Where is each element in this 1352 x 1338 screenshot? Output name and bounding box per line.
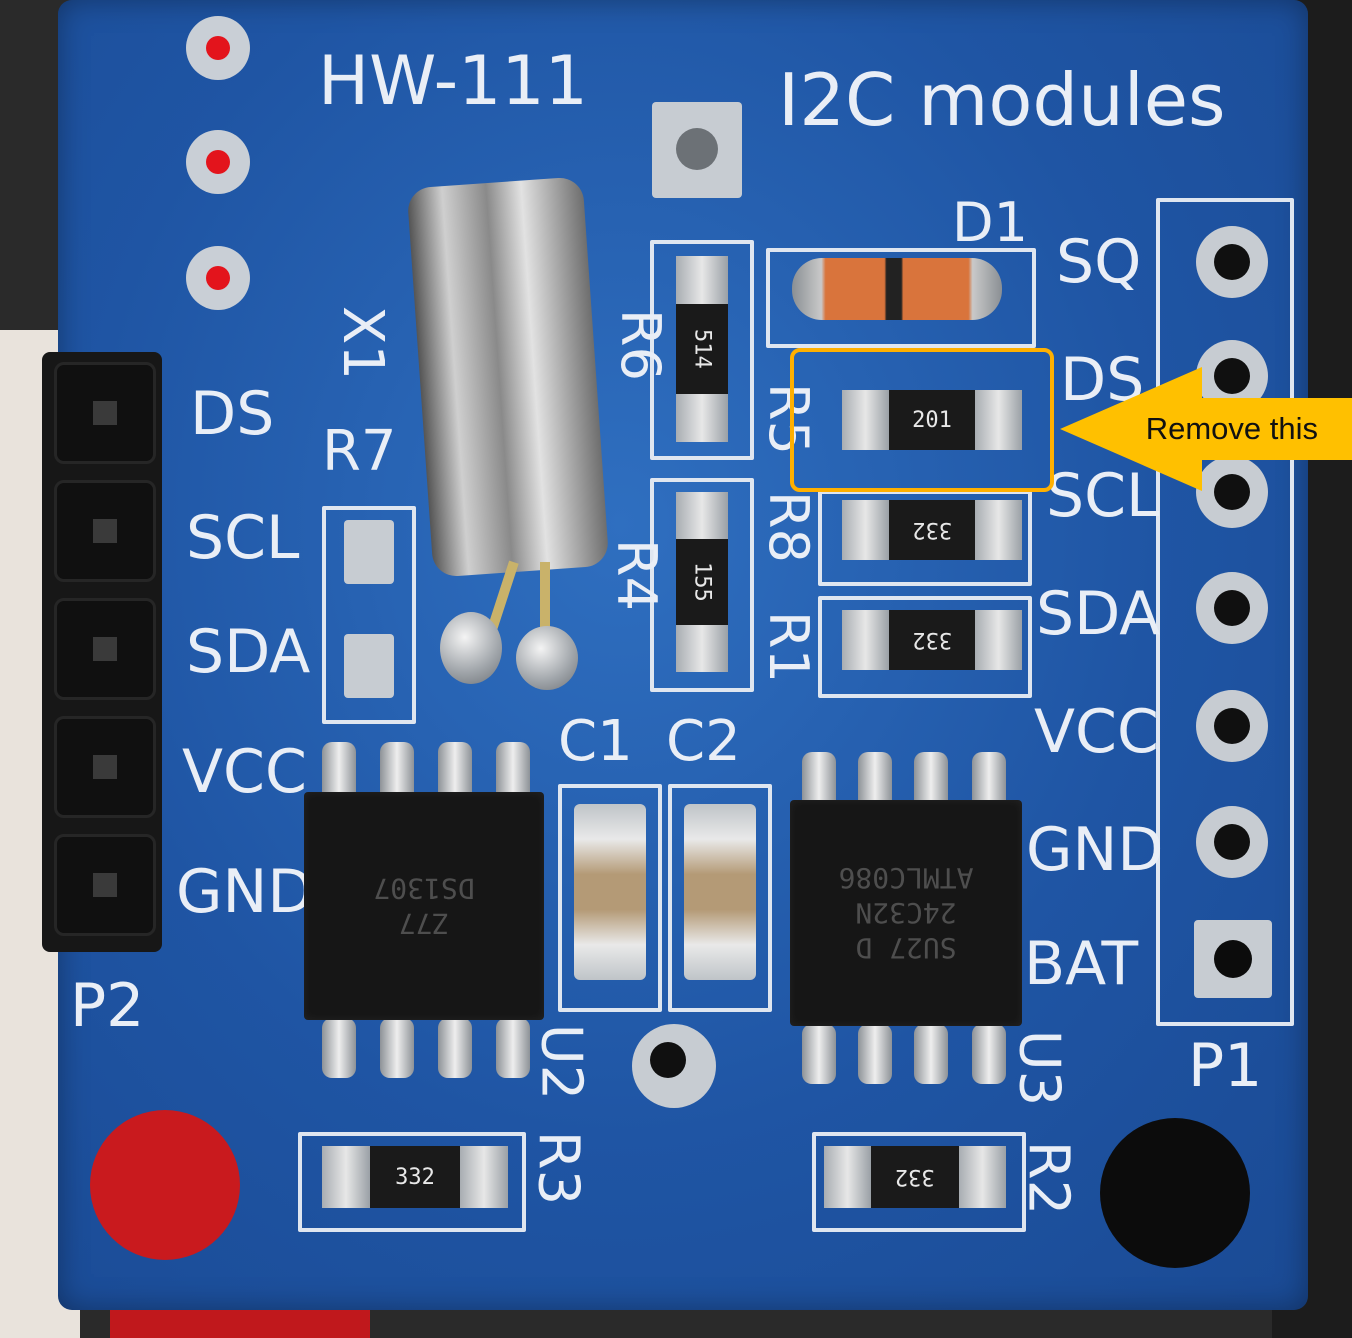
r1-code: 332 <box>912 627 952 653</box>
header-p2 <box>42 352 162 952</box>
p1-pin-label: SDA <box>1036 579 1161 649</box>
u2-label: U2 <box>528 1023 594 1101</box>
r6-label: R6 <box>608 309 672 381</box>
mount-hole <box>676 128 718 170</box>
p1-pad <box>1196 806 1268 878</box>
resistor-r1: 332 <box>842 610 1022 670</box>
header-pin <box>54 598 156 700</box>
p2-pin-label: SCL <box>186 503 300 573</box>
chip-u2-marking: DS1307 <box>373 872 475 905</box>
callout-text: Remove this <box>1145 411 1318 446</box>
r7-pad <box>344 634 394 698</box>
chip-leg <box>438 1018 472 1078</box>
p1-label: P1 <box>1188 1031 1263 1101</box>
board-subtitle-label: I2C modules <box>778 58 1226 142</box>
test-pad-red <box>186 246 250 310</box>
r2-code: 332 <box>895 1164 935 1190</box>
resistor-r6: 514 <box>676 256 728 442</box>
diode-d1 <box>792 258 1002 320</box>
r3-code: 332 <box>395 1164 435 1190</box>
test-pad-red <box>186 130 250 194</box>
chip-leg <box>322 1018 356 1078</box>
test-pad-red <box>186 16 250 80</box>
chip-leg <box>858 1024 892 1084</box>
resistor-r3: 332 <box>322 1146 508 1208</box>
mount-hole-right <box>1100 1118 1250 1268</box>
r8-label: R8 <box>756 491 820 563</box>
chip-u3: SU27 D 24C32N ATMLC086 <box>790 800 1022 1026</box>
highlight-box <box>790 348 1054 492</box>
mount-hole-left <box>90 1110 240 1260</box>
r4-label: R4 <box>604 539 668 611</box>
r7-pad <box>344 520 394 584</box>
d1-label: D1 <box>952 191 1028 254</box>
p2-pin-label: VCC <box>182 737 307 807</box>
header-pin <box>54 480 156 582</box>
c1-label: C1 <box>558 709 633 774</box>
solder-joint <box>440 612 502 684</box>
p2-pin-label: DS <box>190 379 275 449</box>
u3-label: U3 <box>1006 1029 1072 1107</box>
c2-label: C2 <box>666 709 741 774</box>
resistor-r8: 332 <box>842 500 1022 560</box>
chip-leg <box>802 1024 836 1084</box>
p1-pad <box>1196 226 1268 298</box>
board-model-label: HW-111 <box>318 42 588 121</box>
chip-u2-marking: Z77 <box>398 907 450 940</box>
chip-leg <box>380 1018 414 1078</box>
crystal-x1 <box>406 176 610 578</box>
r1-label: R1 <box>756 611 820 683</box>
p1-pin-label: GND <box>1026 815 1164 885</box>
resistor-r2: 332 <box>824 1146 1006 1208</box>
r8-code: 332 <box>912 517 952 543</box>
capacitor-c1 <box>574 804 646 980</box>
callout: Remove this <box>1060 367 1352 491</box>
p1-pad <box>1196 572 1268 644</box>
p1-pad-hole <box>1214 940 1252 978</box>
chip-u2: Z77 DS1307 <box>304 792 544 1020</box>
header-pin <box>54 834 156 936</box>
chip-u3-marking: SU27 D <box>855 931 957 965</box>
chip-u3-marking: ATMLC086 <box>838 861 974 895</box>
r2-label: R2 <box>1015 1140 1081 1216</box>
mount-hole-center <box>632 1024 716 1108</box>
r3-label: R3 <box>525 1130 591 1206</box>
p1-pin-label: VCC <box>1034 697 1159 767</box>
resistor-r4: 155 <box>676 492 728 672</box>
p2-label: P2 <box>70 971 145 1041</box>
chip-leg <box>914 1024 948 1084</box>
r6-code: 514 <box>689 329 715 369</box>
capacitor-c2 <box>684 804 756 980</box>
chip-leg <box>972 1024 1006 1084</box>
chip-u3-marking: 24C32N <box>855 896 957 930</box>
chip-leg <box>496 1018 530 1078</box>
header-pin <box>54 362 156 464</box>
solder-joint <box>516 626 578 690</box>
header-pin <box>54 716 156 818</box>
r4-code: 155 <box>689 562 715 602</box>
p2-pin-label: SDA <box>186 617 311 687</box>
p2-pin-label: GND <box>176 857 314 927</box>
x1-label: X1 <box>330 306 395 380</box>
p1-pin-label: BAT <box>1024 929 1139 999</box>
r7-label: R7 <box>322 419 397 484</box>
p1-pad <box>1196 690 1268 762</box>
p1-pin-label: SQ <box>1056 227 1142 297</box>
